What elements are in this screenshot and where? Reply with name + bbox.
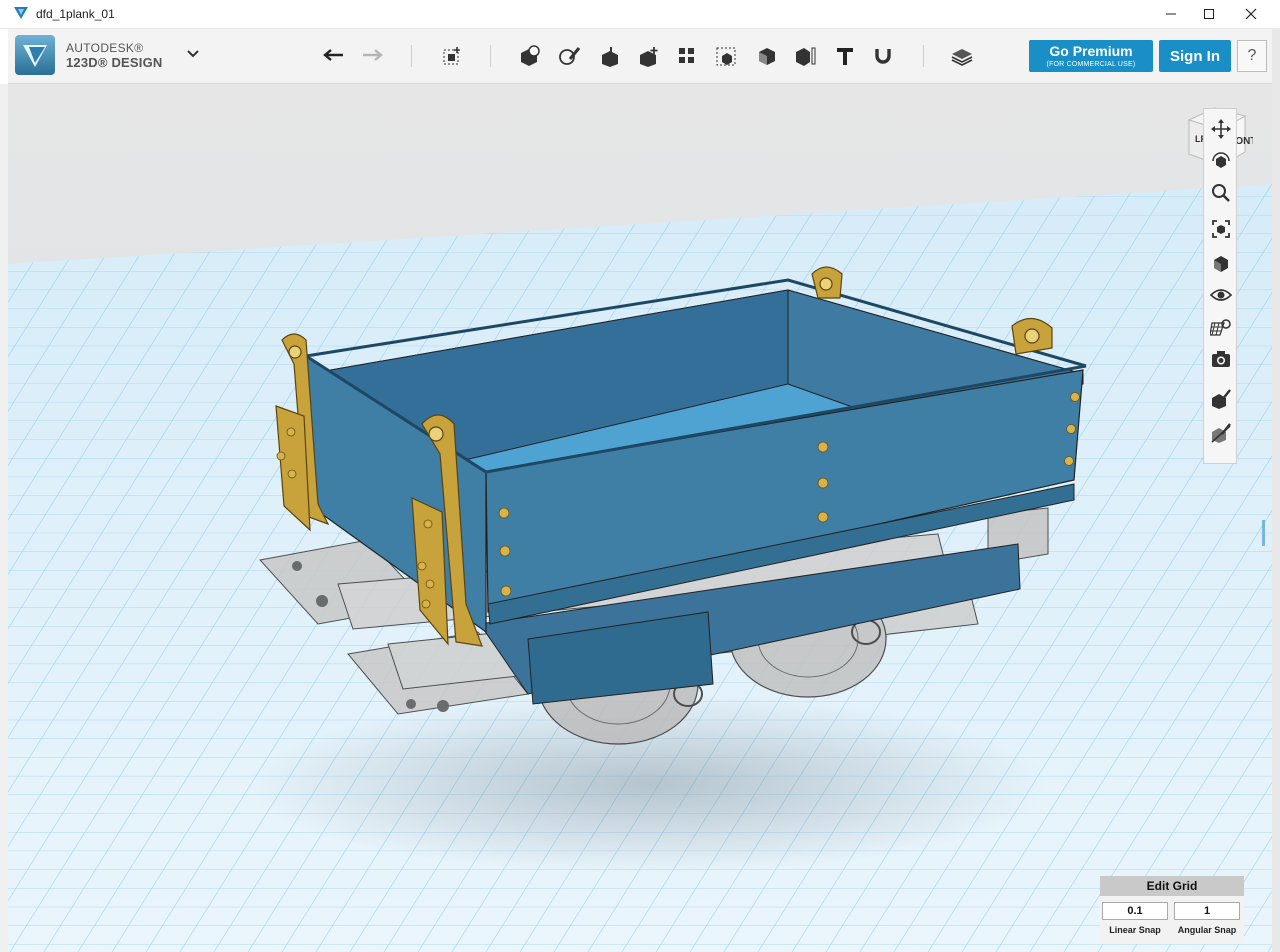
sketch-button[interactable]	[556, 42, 584, 70]
right-panel-edge	[1272, 28, 1280, 952]
window-title: dfd_1plank_01	[36, 7, 115, 21]
angular-snap-input[interactable]: 1	[1174, 902, 1240, 920]
help-button[interactable]: ?	[1237, 40, 1267, 72]
layers-icon	[951, 49, 973, 66]
close-button[interactable]	[1230, 0, 1272, 28]
primitives-button[interactable]	[516, 42, 544, 70]
go-premium-button[interactable]: Go Premium (FOR COMMERCIAL USE)	[1029, 40, 1153, 72]
orbit-button[interactable]	[1209, 149, 1233, 173]
navigation-bar	[1203, 108, 1237, 464]
minimize-button[interactable]	[1150, 0, 1192, 28]
title-bar: dfd_1plank_01	[0, 0, 1280, 29]
hide-solids-button[interactable]	[1209, 421, 1233, 445]
fit-view-icon	[1212, 220, 1230, 238]
pattern-grid-icon	[679, 48, 694, 63]
construct-icon	[602, 47, 618, 67]
pan-arrows-icon	[1211, 119, 1231, 139]
maximize-icon	[1204, 9, 1214, 19]
main-toolbar: AUTODESK® 123D® DESIGN Go Premium (FOR C…	[8, 29, 1272, 84]
show-solids-icon	[1212, 389, 1231, 409]
measure-button[interactable]	[792, 42, 820, 70]
app-logo-icon	[14, 7, 28, 19]
sketch-pencil-icon	[559, 47, 581, 65]
zoom-button[interactable]	[1209, 181, 1233, 205]
minimize-icon	[1166, 13, 1176, 15]
construct-button[interactable]	[596, 42, 624, 70]
materials-button[interactable]	[948, 42, 976, 70]
transform-box-icon	[443, 47, 460, 65]
edit-grid-button[interactable]: Edit Grid	[1100, 876, 1244, 896]
grouping-button[interactable]	[713, 42, 741, 70]
magnet-snap-icon	[875, 49, 891, 64]
3d-viewport[interactable]: LFT FRONT	[8, 84, 1272, 952]
group-icon	[716, 47, 736, 66]
combine-icon	[759, 48, 775, 65]
sign-in-button[interactable]: Sign In	[1159, 40, 1231, 72]
modify-button[interactable]	[635, 42, 663, 70]
panel-collapse-handle[interactable]	[1262, 520, 1265, 546]
screenshot-button[interactable]	[1209, 347, 1233, 371]
show-solids-button[interactable]	[1209, 387, 1233, 411]
edit-grid-panel: Edit Grid 0.1 1 Linear Snap Angular Snap	[1100, 876, 1244, 944]
linear-snap-label: Linear Snap	[1109, 925, 1161, 935]
view-cube-small-icon	[1214, 256, 1228, 272]
visibility-button[interactable]	[1209, 283, 1233, 307]
camera-icon	[1212, 351, 1230, 367]
maximize-button[interactable]	[1188, 0, 1230, 28]
redo-button[interactable]	[358, 42, 386, 70]
measure-icon	[796, 47, 816, 66]
linear-snap-input[interactable]: 0.1	[1102, 902, 1168, 920]
close-icon	[1245, 8, 1257, 20]
undo-button[interactable]	[320, 42, 348, 70]
material-grid-icon	[1210, 319, 1231, 336]
transform-button[interactable]	[438, 42, 466, 70]
left-panel-edge	[0, 84, 8, 952]
views-button[interactable]	[1209, 251, 1233, 275]
go-premium-label: Go Premium	[1049, 43, 1133, 59]
go-premium-sublabel: (FOR COMMERCIAL USE)	[1046, 61, 1136, 68]
combine-button[interactable]	[753, 42, 781, 70]
orbit-icon	[1212, 152, 1230, 168]
fit-view-button[interactable]	[1209, 217, 1233, 241]
scene-canvas	[8, 84, 1272, 952]
logo-v-icon	[23, 45, 47, 67]
undo-arrow-icon	[323, 49, 343, 61]
zoom-magnifier-icon	[1212, 184, 1230, 202]
text-button[interactable]	[831, 42, 859, 70]
brand-autodesk: AUTODESK®	[66, 41, 144, 55]
pattern-button[interactable]	[673, 42, 701, 70]
brand-product: 123D® DESIGN	[66, 55, 163, 70]
snap-button[interactable]	[869, 42, 897, 70]
primitive-shapes-icon	[521, 45, 540, 66]
eye-icon	[1210, 289, 1232, 301]
app-menu-chevron-icon[interactable]	[186, 49, 200, 59]
pan-button[interactable]	[1209, 117, 1233, 141]
hide-solids-icon	[1211, 423, 1231, 443]
app-logo[interactable]	[15, 35, 55, 75]
modify-icon	[640, 47, 658, 67]
angular-snap-label: Angular Snap	[1177, 925, 1237, 935]
material-button[interactable]	[1209, 315, 1233, 339]
redo-arrow-icon	[363, 49, 383, 61]
text-t-icon	[837, 48, 853, 65]
